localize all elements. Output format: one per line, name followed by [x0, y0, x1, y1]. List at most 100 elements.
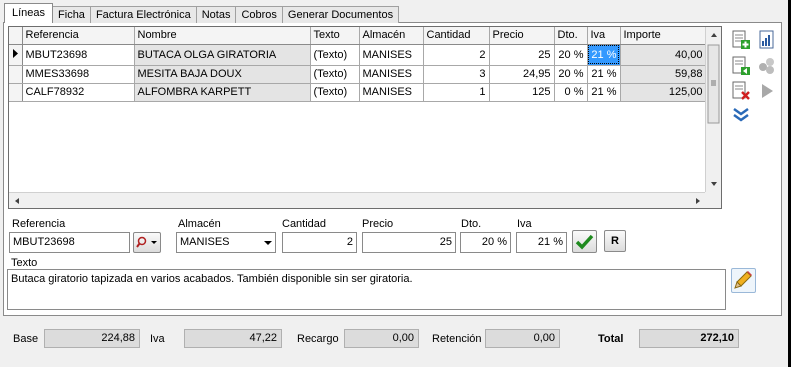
column-header-importe[interactable]: Importe	[620, 27, 707, 45]
iva-total-value: 47,22	[184, 329, 282, 348]
scroll-right-icon[interactable]	[696, 198, 700, 204]
confirm-icon	[575, 234, 594, 250]
expand-down-icon[interactable]	[731, 105, 751, 125]
almacen-label: Almacén	[178, 218, 221, 230]
tab-notas[interactable]: Notas	[195, 6, 237, 23]
cell-cantidad[interactable]: 1	[423, 83, 490, 102]
total-value: 272,10	[639, 329, 739, 348]
cantidad-label: Cantidad	[282, 218, 327, 230]
insert-line-icon[interactable]	[731, 56, 751, 76]
column-header-iva[interactable]: Iva	[587, 27, 621, 45]
cell-iva-selected[interactable]: 21 %	[587, 44, 621, 66]
precio-label: Precio	[362, 218, 394, 230]
cantidad-input[interactable]: 2	[282, 232, 357, 253]
cell-texto[interactable]: (Texto)	[310, 65, 360, 84]
lines-table: Referencia Nombre Texto Almacén Cantidad…	[9, 27, 707, 102]
chevron-down-icon	[264, 241, 272, 245]
texto-textarea[interactable]: Butaca giratorio tapizada en varios acab…	[7, 269, 726, 310]
cell-almacen[interactable]: MANISES	[359, 44, 424, 66]
referencia-label: Referencia	[12, 218, 66, 230]
column-header-dto[interactable]: Dto.	[554, 27, 588, 45]
row-indicator-header	[9, 27, 23, 45]
recargo-value: 0,00	[344, 329, 419, 348]
current-row-indicator-icon	[9, 44, 23, 66]
cell-cantidad[interactable]: 3	[423, 65, 490, 84]
total-label: Total	[598, 333, 624, 345]
dto-input[interactable]: 20 %	[460, 232, 511, 253]
cell-importe: 125,00	[620, 83, 707, 102]
grid-header-row: Referencia Nombre Texto Almacén Cantidad…	[9, 27, 707, 45]
iva-input[interactable]: 21 %	[516, 232, 567, 253]
group-icon[interactable]	[757, 56, 777, 76]
tab-cobros[interactable]: Cobros	[235, 6, 283, 23]
vertical-scroll-thumb[interactable]	[707, 44, 720, 124]
cell-precio[interactable]: 24,95	[489, 65, 555, 84]
scroll-up-icon[interactable]	[711, 33, 717, 37]
base-value: 224,88	[44, 329, 140, 348]
table-row[interactable]: MMES33698 MESITA BAJA DOUX (Texto) MANIS…	[9, 65, 707, 84]
horizontal-scrollbar[interactable]	[9, 192, 706, 208]
almacen-select[interactable]: MANISES	[176, 232, 276, 253]
scroll-down-icon[interactable]	[711, 182, 717, 186]
cell-iva[interactable]: 21 %	[587, 83, 621, 102]
cell-texto[interactable]: (Texto)	[310, 44, 360, 66]
cell-dto[interactable]: 20 %	[554, 44, 588, 66]
dto-label: Dto.	[461, 218, 482, 230]
scroll-left-icon[interactable]	[15, 198, 19, 204]
lines-grid[interactable]: Referencia Nombre Texto Almacén Cantidad…	[8, 26, 722, 209]
cell-nombre[interactable]: BUTACA OLGA GIRATORIA	[134, 44, 311, 66]
cell-referencia[interactable]: MMES33698	[22, 65, 135, 84]
row-indicator[interactable]	[9, 65, 23, 84]
iva-label: Iva	[517, 218, 532, 230]
almacen-select-value: MANISES	[180, 236, 230, 248]
precio-input[interactable]: 25	[362, 232, 456, 253]
tab-lineas[interactable]: Líneas	[4, 3, 54, 23]
search-icon	[136, 236, 157, 248]
tab-ficha[interactable]: Ficha	[52, 6, 91, 23]
cell-precio[interactable]: 25	[489, 44, 555, 66]
edit-icon	[734, 271, 752, 289]
confirm-button[interactable]	[572, 230, 597, 253]
cell-almacen[interactable]: MANISES	[359, 83, 424, 102]
cell-precio[interactable]: 125	[489, 83, 555, 102]
search-button[interactable]	[133, 232, 161, 253]
referencia-input[interactable]: MBUT23698	[9, 232, 130, 253]
cell-almacen[interactable]: MANISES	[359, 65, 424, 84]
column-header-almacen[interactable]: Almacén	[359, 27, 424, 45]
cell-dto[interactable]: 20 %	[554, 65, 588, 84]
cell-referencia[interactable]: MBUT23698	[22, 44, 135, 66]
column-header-precio[interactable]: Precio	[489, 27, 555, 45]
cell-nombre[interactable]: ALFOMBRA KARPETT	[134, 83, 311, 102]
play-icon[interactable]	[757, 81, 777, 101]
cell-texto[interactable]: (Texto)	[310, 83, 360, 102]
cell-nombre[interactable]: MESITA BAJA DOUX	[134, 65, 311, 84]
cell-referencia[interactable]: CALF78932	[22, 83, 135, 102]
vertical-scrollbar[interactable]	[705, 27, 721, 192]
row-indicator[interactable]	[9, 83, 23, 102]
scrollbar-corner	[705, 192, 721, 208]
tab-factura-electronica[interactable]: Factura Electrónica	[89, 6, 197, 23]
texto-label: Texto	[11, 257, 38, 269]
column-header-texto[interactable]: Texto	[310, 27, 360, 45]
tab-bar: Líneas Ficha Factura Electrónica Notas C…	[4, 3, 400, 23]
cell-importe: 59,88	[620, 65, 707, 84]
cell-cantidad[interactable]: 2	[423, 44, 490, 66]
column-header-nombre[interactable]: Nombre	[134, 27, 311, 45]
retencion-label: Retención	[432, 333, 482, 345]
retencion-value: 0,00	[485, 329, 560, 348]
table-row[interactable]: MBUT23698 BUTACA OLGA GIRATORIA (Texto) …	[9, 44, 707, 66]
tab-generar-documentos[interactable]: Generar Documentos	[281, 6, 400, 23]
delete-line-icon[interactable]	[731, 81, 751, 101]
recargo-label: Recargo	[297, 333, 339, 345]
r-button[interactable]: R	[604, 230, 626, 252]
cell-iva[interactable]: 21 %	[587, 65, 621, 84]
table-row[interactable]: CALF78932 ALFOMBRA KARPETT (Texto) MANIS…	[9, 83, 707, 102]
column-header-referencia[interactable]: Referencia	[22, 27, 135, 45]
base-label: Base	[13, 333, 39, 345]
column-header-cantidad[interactable]: Cantidad	[423, 27, 490, 45]
add-line-icon[interactable]	[731, 30, 751, 50]
cell-importe: 40,00	[620, 44, 707, 66]
cell-dto[interactable]: 0 %	[554, 83, 588, 102]
edit-button[interactable]	[731, 268, 756, 293]
report-icon[interactable]	[757, 30, 777, 50]
